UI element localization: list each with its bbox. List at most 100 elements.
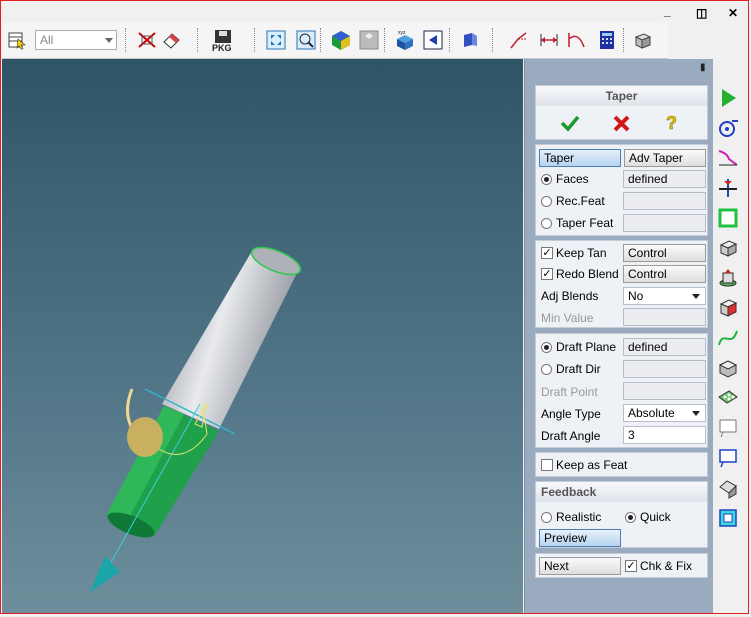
svg-text:xyz: xyz — [398, 30, 406, 36]
ok-icon[interactable] — [560, 114, 580, 135]
draft-point-label: Draft Point — [541, 385, 598, 399]
help-icon[interactable]: ? — [664, 113, 682, 136]
faces-label: Faces — [556, 172, 589, 186]
eraser-icon[interactable] — [159, 28, 183, 52]
pin-icon[interactable]: ▮ — [700, 62, 706, 73]
cut-icon[interactable] — [135, 28, 159, 52]
chevron-down-icon — [105, 38, 113, 43]
faces-radio[interactable] — [541, 174, 552, 185]
calculator-icon[interactable] — [595, 28, 619, 52]
tab-taper[interactable]: Taper — [539, 149, 621, 167]
footer-section: Next ✓ Chk & Fix — [535, 553, 708, 578]
redo-blend-label: Redo Blend — [556, 267, 619, 281]
taper-feat-radio[interactable] — [541, 218, 552, 229]
window-controls: _ ◫ ✕ — [660, 4, 748, 20]
taper-feat-field[interactable] — [623, 214, 706, 232]
keep-tan-checkbox[interactable]: ✓ — [541, 247, 553, 259]
next-button[interactable]: Next — [539, 557, 621, 575]
feedback-section: Feedback Realistic Quick Preview — [535, 481, 708, 548]
angle-type-select[interactable]: Absolute — [623, 404, 706, 422]
restore-icon[interactable]: ◫ — [696, 6, 707, 20]
redo-blend-checkbox[interactable]: ✓ — [541, 268, 553, 280]
zoom-fit-icon[interactable] — [264, 28, 288, 52]
toolbar-divider — [623, 28, 626, 52]
draft-angle-label: Draft Angle — [541, 429, 601, 443]
model-info-icon[interactable] — [630, 28, 654, 52]
feedback-title: Feedback — [536, 482, 707, 502]
toolbar-divider — [125, 28, 128, 52]
zoom-window-icon[interactable] — [294, 28, 318, 52]
keep-tan-control-button[interactable]: Control — [623, 244, 706, 262]
face-icon[interactable] — [716, 206, 740, 230]
chk-fix-checkbox[interactable]: ✓ — [625, 560, 637, 572]
chk-fix-label: Chk & Fix — [640, 559, 693, 573]
hole-icon[interactable] — [716, 116, 740, 140]
panel-title: Taper — [536, 86, 707, 106]
sweep-icon[interactable] — [716, 356, 740, 380]
taper-feat-label: Taper Feat — [556, 216, 614, 230]
keep-as-feat-label: Keep as Feat — [556, 458, 628, 472]
toolbar-divider — [320, 28, 323, 52]
select-filter-icon[interactable] — [5, 28, 29, 52]
angle-type-label: Angle Type — [541, 407, 601, 421]
measure-distance-icon[interactable] — [507, 28, 531, 52]
draft-plane-field[interactable]: defined — [623, 338, 706, 356]
svg-text:?: ? — [666, 113, 677, 133]
section-view-icon[interactable] — [457, 28, 481, 52]
measure-length-icon[interactable] — [537, 28, 561, 52]
box-feature-icon[interactable] — [716, 296, 740, 320]
tab-adv-taper[interactable]: Adv Taper — [624, 149, 706, 167]
filter-value: All — [40, 33, 54, 47]
wireframe-view-icon[interactable] — [357, 28, 381, 52]
faces-field[interactable]: defined — [623, 170, 706, 188]
draft-section: Draft Plane defined Draft Dir Draft Poin… — [535, 333, 708, 448]
chevron-down-icon — [692, 294, 700, 299]
note-icon[interactable] — [716, 446, 740, 470]
draft-dir-label: Draft Dir — [556, 362, 601, 376]
redo-blend-control-button[interactable]: Control — [623, 265, 706, 283]
shell-icon[interactable] — [716, 236, 740, 260]
close-icon[interactable]: ✕ — [728, 6, 738, 20]
draft-dir-radio[interactable] — [541, 364, 552, 375]
view-orient-icon[interactable]: xyz — [393, 28, 417, 52]
minimize-icon[interactable]: _ — [664, 4, 671, 18]
blend-edge-icon[interactable] — [716, 146, 740, 170]
chevron-down-icon — [692, 411, 700, 416]
min-value-label: Min Value — [541, 311, 594, 325]
annotation-icon[interactable] — [716, 416, 740, 440]
draft-plane-radio[interactable] — [541, 342, 552, 353]
rec-feat-field[interactable] — [623, 192, 706, 210]
draft-point-field — [623, 382, 706, 400]
filter-combo[interactable]: All — [35, 30, 117, 50]
taper-options-section: Taper Adv Taper Faces defined Rec.Feat T… — [535, 144, 708, 236]
save-package-icon[interactable]: PKG — [210, 28, 238, 52]
draft-angle-input[interactable]: 3 — [623, 426, 706, 444]
toolbar-divider — [492, 28, 495, 52]
spline-icon[interactable] — [716, 326, 740, 350]
keep-as-feat-checkbox[interactable] — [541, 459, 553, 471]
pattern-icon[interactable] — [716, 386, 740, 410]
model-view — [90, 246, 302, 592]
realistic-radio[interactable] — [541, 512, 552, 523]
preview-button[interactable]: Preview — [539, 529, 621, 547]
adj-blends-select[interactable]: No — [623, 287, 706, 305]
quick-label: Quick — [640, 510, 671, 524]
play-icon[interactable] — [716, 86, 740, 110]
previous-view-icon[interactable] — [421, 28, 445, 52]
keep-feat-section: Keep as Feat — [535, 452, 708, 477]
extrude-icon[interactable] — [716, 266, 740, 290]
graphics-viewport[interactable] — [2, 59, 523, 614]
cancel-icon[interactable] — [612, 114, 632, 135]
main-toolbar: All PKG xyz — [2, 22, 668, 59]
blend-section: ✓ Keep Tan Control ✓ Redo Blend Control … — [535, 240, 708, 328]
rec-feat-radio[interactable] — [541, 196, 552, 207]
shaded-view-icon[interactable] — [329, 28, 353, 52]
feature-icon-column — [712, 86, 744, 536]
split-icon[interactable] — [716, 176, 740, 200]
datum-plane-icon[interactable] — [716, 506, 740, 530]
quick-radio[interactable] — [625, 512, 636, 523]
pkg-label: PKG — [212, 43, 232, 52]
loft-icon[interactable] — [716, 476, 740, 500]
draft-dir-field[interactable] — [623, 360, 706, 378]
measure-curve-icon[interactable] — [565, 28, 589, 52]
